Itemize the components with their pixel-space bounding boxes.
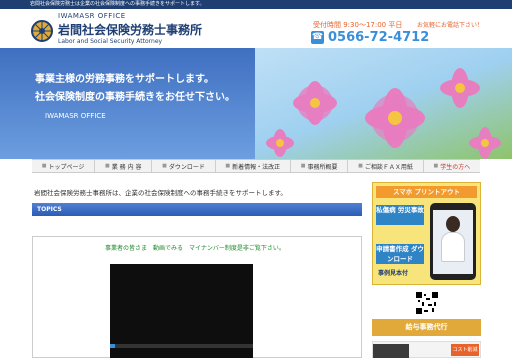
office-logo-icon[interactable]	[31, 20, 53, 42]
logo-office-name[interactable]: 岩間社会保険労務士事務所	[58, 21, 202, 38]
payroll-service-button[interactable]: 給与事務代行	[372, 319, 481, 336]
top-announcement-text: 岩間社会保険労務士は企業の社会保険制度への事務手続きをサポートします。	[30, 1, 205, 7]
logo-subtitle: Labor and Social Security Attorney	[58, 38, 163, 45]
person-body-illustration	[441, 232, 465, 262]
form-download-button[interactable]: 申請書作成 ダウンロード	[376, 244, 424, 264]
nav-item-download[interactable]: ■ ダウンロード	[152, 160, 216, 172]
nav-item-fax-form[interactable]: ■ ご相談ＦＡＸ用紙	[348, 160, 424, 172]
main-navigation: ■ トップページ ■ 業 務 内 容 ■ ダウンロード ■ 新着情報・法改正 ■ 事務所概…	[32, 159, 480, 173]
contact-prompt: お気軽にお電話下さい！	[417, 22, 484, 29]
hero-banner: 事業主様の労務事務をサポートします。 社会保険制度の事務手続きをお任せ下さい。 …	[0, 48, 512, 159]
video-progress-fill	[110, 344, 115, 348]
phone-number-link[interactable]: 0566-72-4712	[328, 30, 429, 45]
nav-item-label: 学生の方へ	[440, 163, 471, 171]
nav-item-news[interactable]: ■ 新着情報・法改正	[216, 160, 291, 172]
logo-english-name: IWAMASR OFFICE	[58, 12, 126, 20]
video-progress-bar[interactable]	[110, 344, 253, 348]
sample-included-label: 事例見本付	[378, 270, 409, 277]
hero-office-name: IWAMASR OFFICE	[45, 112, 106, 120]
nav-item-label: ご相談ＦＡＸ用紙	[364, 163, 413, 171]
qr-code-icon	[416, 292, 438, 314]
nav-bullet-icon: ■	[300, 163, 306, 169]
nav-bullet-icon: ■	[358, 163, 363, 169]
nav-item-label: ダウンロード	[168, 163, 205, 171]
topics-title: TOPICS	[37, 206, 62, 213]
hero-headline-1: 事業主様の労務事務をサポートします。	[35, 74, 214, 85]
nav-item-label: 新着情報・法改正	[232, 163, 281, 171]
nav-bullet-icon: ■	[105, 163, 110, 169]
phone-icon: ☎	[311, 31, 324, 44]
cost-reduction-banner[interactable]: コスト削減	[372, 341, 481, 358]
nav-item-top[interactable]: ■ トップページ	[32, 160, 96, 172]
nav-item-students[interactable]: ■ 学生の方へ	[424, 160, 480, 172]
video-player[interactable]	[110, 264, 253, 358]
topics-header: TOPICS	[32, 203, 362, 216]
nav-bullet-icon: ■	[225, 163, 231, 169]
injury-accident-button[interactable]: 私傷病 労災事故	[376, 205, 424, 225]
banner-title: スマホ プリントアウト	[376, 186, 477, 198]
hero-headline-2: 社会保険制度の事務手続きをお任せ下さい。	[35, 92, 235, 103]
cost-reduction-badge: コスト削減	[451, 344, 479, 356]
nav-item-label: 事務所概要	[307, 163, 338, 171]
nav-item-services[interactable]: ■ 業 務 内 容	[95, 160, 153, 172]
nav-bullet-icon: ■	[162, 163, 167, 169]
cosmos-flower-photo	[255, 48, 512, 159]
top-announcement-bar: 岩間社会保険労務士は企業の社会保険制度への事務手続きをサポートします。	[0, 0, 512, 9]
nav-item-label: 業 務 内 容	[111, 163, 142, 171]
nav-bullet-icon: ■	[41, 163, 47, 169]
nav-item-about[interactable]: ■ 事務所概要	[291, 160, 349, 172]
person-head-illustration	[446, 216, 460, 232]
nav-bullet-icon: ■	[433, 163, 439, 169]
intro-text: 岩間社会保険労務士事務所は、企業の社会保険制度への事務手続きをサポートします。	[34, 189, 287, 197]
site-header: IWAMASR OFFICE 岩間社会保険労務士事務所 Labor and So…	[0, 9, 512, 48]
video-caption-link[interactable]: 事業者の皆さま 動画でみる マイナンバー制度是非ご覧下さい。	[105, 243, 285, 252]
nav-item-label: トップページ	[48, 163, 85, 171]
banner-thumbnail	[373, 344, 409, 358]
business-hours: 受付時間 9:30～17:00 平日	[313, 21, 403, 29]
